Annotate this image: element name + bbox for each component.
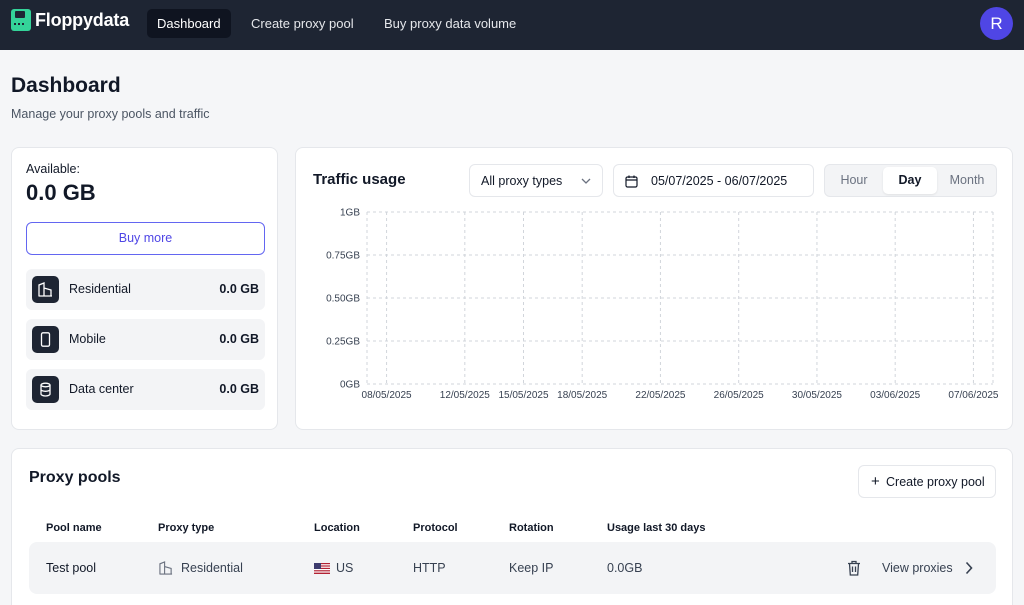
column-header-location: Location <box>314 522 360 534</box>
pool-usage: 0.0GB <box>607 561 643 575</box>
proxy-pools-title: Proxy pools <box>29 469 121 486</box>
type-row-mobile: Mobile 0.0 GB <box>26 319 265 360</box>
available-label: Available: <box>26 162 80 176</box>
column-header-rotation: Rotation <box>509 522 554 534</box>
building-icon <box>32 276 59 303</box>
x-tick-label: 15/05/2025 <box>498 390 548 401</box>
type-value: 0.0 GB <box>219 382 259 396</box>
pool-protocol: HTTP <box>413 561 446 575</box>
x-tick-label: 26/05/2025 <box>714 390 764 401</box>
type-name: Residential <box>69 282 131 296</box>
x-tick-label: 30/05/2025 <box>792 390 842 401</box>
pool-rotation: Keep IP <box>509 561 554 575</box>
brand-name: Floppydata <box>35 9 130 30</box>
top-navbar: Floppydata Dashboard Create proxy pool B… <box>0 0 1024 50</box>
pool-proxy-type: Residential <box>181 561 243 575</box>
type-row-residential: Residential 0.0 GB <box>26 269 265 310</box>
column-header-protocol: Protocol <box>413 522 458 534</box>
us-flag-icon <box>314 563 330 574</box>
smartphone-icon <box>32 326 59 353</box>
available-card: Available: 0.0 GB Buy more Residential 0… <box>11 147 278 430</box>
type-value: 0.0 GB <box>219 282 259 296</box>
building-icon <box>159 561 173 575</box>
x-tick-label: 22/05/2025 <box>635 390 685 401</box>
floppy-disk-icon <box>11 9 31 31</box>
trash-icon[interactable] <box>847 560 861 576</box>
page-subtitle: Manage your proxy pools and traffic <box>11 107 210 121</box>
traffic-card: Traffic usage All proxy types 05/07/2025… <box>295 147 1013 430</box>
x-tick-label: 08/05/2025 <box>362 390 412 401</box>
nav-buy-proxy-data-volume[interactable]: Buy proxy data volume <box>374 9 526 38</box>
x-tick-label: 03/06/2025 <box>870 390 920 401</box>
type-name: Data center <box>69 382 134 396</box>
available-value: 0.0 GB <box>26 180 96 205</box>
column-header-proxy-type: Proxy type <box>158 522 215 534</box>
proxy-pools-card: Proxy pools + Create proxy pool Pool nam… <box>11 448 1013 605</box>
traffic-chart: 0GB 0.25GB 0.50GB 0.75GB 1GB 08/05/2025 12/05/… <box>326 208 999 402</box>
y-tick-label: 1GB <box>340 208 360 219</box>
type-row-data-center: Data center 0.0 GB <box>26 369 265 410</box>
type-value: 0.0 GB <box>219 332 259 346</box>
create-proxy-pool-button[interactable]: + Create proxy pool <box>858 465 996 498</box>
y-tick-label: 0.75GB <box>326 251 360 262</box>
brand-logo[interactable]: Floppydata <box>11 9 129 31</box>
chevron-right-icon[interactable] <box>965 561 973 575</box>
table-row[interactable]: Test pool Residential US HTTP Keep IP 0.… <box>29 542 996 594</box>
column-header-pool-name: Pool name <box>46 522 102 534</box>
plus-icon: + <box>871 473 880 490</box>
y-tick-label: 0GB <box>340 380 360 391</box>
pool-name: Test pool <box>46 561 97 575</box>
user-avatar[interactable]: R <box>980 7 1013 40</box>
create-proxy-pool-label: Create proxy pool <box>886 475 985 489</box>
nav-create-proxy-pool[interactable]: Create proxy pool <box>241 9 364 38</box>
x-tick-label: 18/05/2025 <box>557 390 607 401</box>
database-icon <box>32 376 59 403</box>
x-tick-label: 12/05/2025 <box>440 390 490 401</box>
y-tick-label: 0.50GB <box>326 294 360 305</box>
pool-location: US <box>336 561 354 575</box>
nav-dashboard[interactable]: Dashboard <box>147 9 231 38</box>
page-title: Dashboard <box>11 74 121 97</box>
type-name: Mobile <box>69 332 106 346</box>
column-header-usage: Usage last 30 days <box>607 522 706 534</box>
buy-more-button[interactable]: Buy more <box>26 222 265 255</box>
y-tick-label: 0.25GB <box>326 337 360 348</box>
view-proxies-link[interactable]: View proxies <box>882 561 953 575</box>
x-tick-label: 07/06/2025 <box>948 390 998 401</box>
